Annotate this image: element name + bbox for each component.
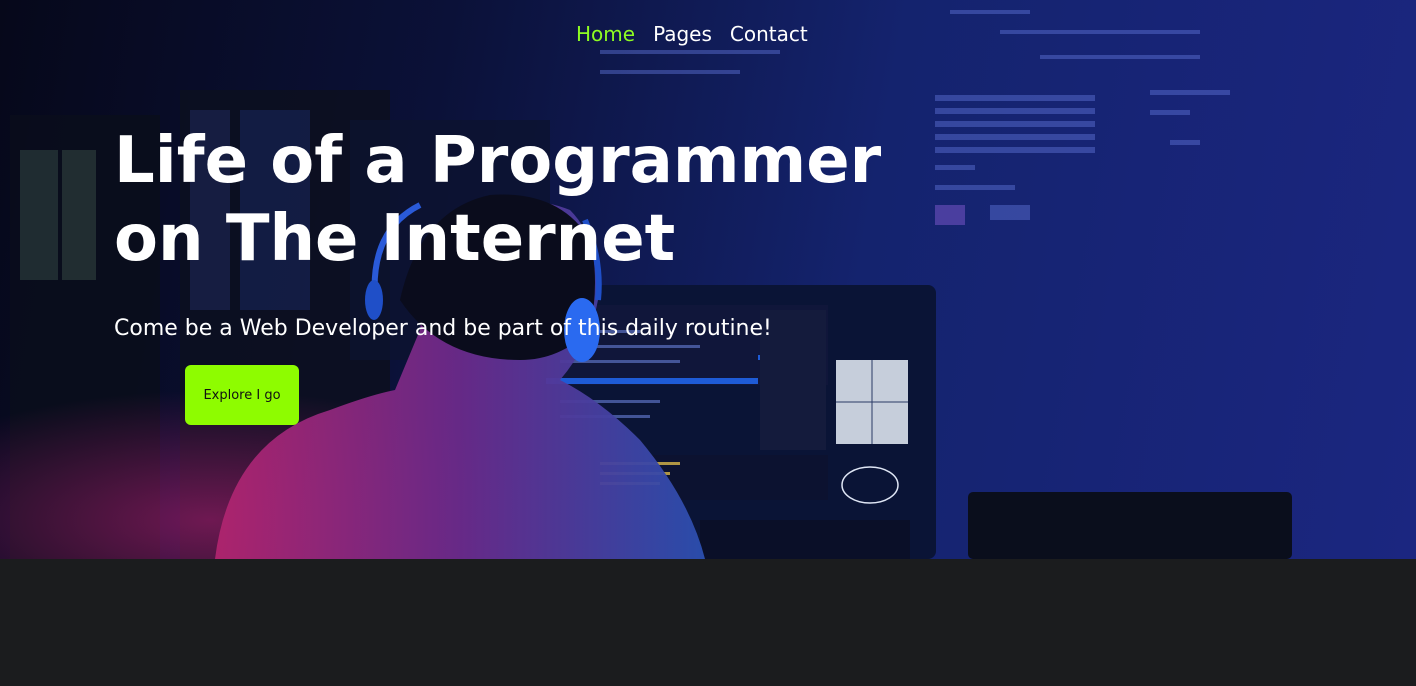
nav-links: Home Pages Contact: [576, 22, 808, 46]
hero-section: Home Pages Contact Life of a Programmer …: [0, 0, 1416, 559]
hero-subtitle: Come be a Web Developer and be part of t…: [114, 316, 772, 341]
nav-link-pages[interactable]: Pages: [653, 22, 712, 46]
explore-button[interactable]: Explore I go: [185, 365, 299, 425]
hero-title: Life of a Programmer on The Internet: [114, 122, 934, 278]
nav-link-home[interactable]: Home: [576, 22, 635, 46]
hero-title-line-1: Life of a Programmer: [114, 124, 882, 198]
nav-link-contact[interactable]: Contact: [730, 22, 808, 46]
hero-title-line-2: on The Internet: [114, 202, 676, 276]
hero-background-image: [0, 10, 1292, 559]
page-lower-section: [0, 559, 1416, 686]
